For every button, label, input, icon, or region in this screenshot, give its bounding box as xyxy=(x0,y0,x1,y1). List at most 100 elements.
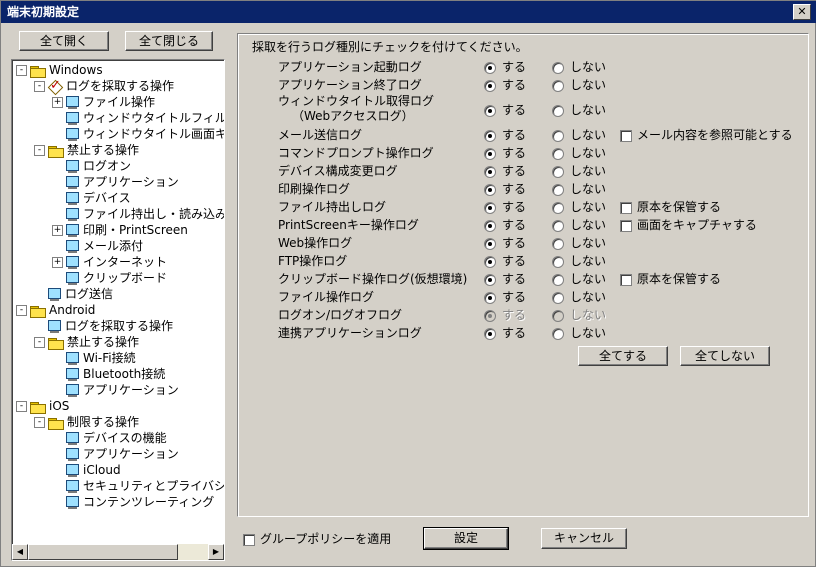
radio-icon[interactable] xyxy=(484,61,496,74)
radio-icon[interactable] xyxy=(484,237,496,250)
radio-icon[interactable] xyxy=(484,327,496,340)
expand-all-button[interactable]: 全て開く xyxy=(19,31,109,51)
radio-yes[interactable]: する xyxy=(484,288,526,306)
tree-item[interactable]: ログオン xyxy=(66,158,131,174)
deselect-all-button[interactable]: 全てしない xyxy=(680,346,770,366)
radio-icon[interactable] xyxy=(552,129,564,142)
radio-no[interactable]: しない xyxy=(552,162,606,180)
radio-icon[interactable] xyxy=(552,291,564,304)
option-checkbox[interactable]: 画面をキャプチャする xyxy=(620,216,757,234)
radio-icon[interactable] xyxy=(552,237,564,250)
radio-icon[interactable] xyxy=(552,201,564,214)
radio-no[interactable]: しない xyxy=(552,101,606,119)
radio-icon[interactable] xyxy=(552,61,564,74)
collapse-icon[interactable]: - xyxy=(34,81,45,92)
category-tree[interactable]: ◀ ▶ -Windows-ログを採取する操作+ファイル操作ウィンドウタイトルフィ… xyxy=(11,59,225,561)
tree-item[interactable]: Android xyxy=(30,302,95,318)
checkbox-icon[interactable] xyxy=(620,201,632,214)
tree-item[interactable]: 禁止する操作 xyxy=(48,142,139,158)
tree-item[interactable]: 制限する操作 xyxy=(48,414,139,430)
checkbox-icon[interactable] xyxy=(620,219,632,232)
tree-item[interactable]: ファイル操作 xyxy=(66,94,155,110)
radio-icon[interactable] xyxy=(552,273,564,286)
tree-item[interactable]: メール添付 xyxy=(66,238,143,254)
tree-item[interactable]: iCloud xyxy=(66,462,121,478)
tree-item[interactable]: デバイスの機能 xyxy=(66,430,167,446)
radio-icon[interactable] xyxy=(484,291,496,304)
checkbox-icon[interactable] xyxy=(620,273,632,286)
tree-item[interactable]: クリップボード xyxy=(66,270,167,286)
collapse-all-button[interactable]: 全て閉じる xyxy=(125,31,213,51)
tree-item[interactable]: 印刷・PrintScreen xyxy=(66,222,188,238)
radio-icon[interactable] xyxy=(484,79,496,92)
option-checkbox[interactable]: メール内容を参照可能とする xyxy=(620,126,793,144)
close-icon[interactable]: ✕ xyxy=(793,4,811,20)
tree-item[interactable]: ファイル持出し・読み込み xyxy=(66,206,224,222)
option-checkbox[interactable]: 原本を保管する xyxy=(620,270,721,288)
radio-no[interactable]: しない xyxy=(552,270,606,288)
radio-icon[interactable] xyxy=(552,183,564,196)
tree-item[interactable]: セキュリティとプライバシー xyxy=(66,478,224,494)
radio-no[interactable]: しない xyxy=(552,288,606,306)
radio-icon[interactable] xyxy=(484,104,496,117)
tree-item[interactable]: ログ送信 xyxy=(48,286,113,302)
tree-item[interactable]: Windows xyxy=(30,62,103,78)
radio-icon[interactable] xyxy=(484,255,496,268)
radio-yes[interactable]: する xyxy=(484,144,526,162)
radio-no[interactable]: しない xyxy=(552,58,606,76)
collapse-icon[interactable]: - xyxy=(16,305,27,316)
radio-yes[interactable]: する xyxy=(484,126,526,144)
option-checkbox[interactable]: 原本を保管する xyxy=(620,198,721,216)
tree-item[interactable]: ログを採取する操作 xyxy=(48,318,173,334)
radio-no[interactable]: しない xyxy=(552,252,606,270)
radio-icon[interactable] xyxy=(552,165,564,178)
radio-yes[interactable]: する xyxy=(484,198,526,216)
radio-icon[interactable] xyxy=(552,147,564,160)
radio-icon[interactable] xyxy=(484,129,496,142)
radio-icon[interactable] xyxy=(552,219,564,232)
radio-no[interactable]: しない xyxy=(552,76,606,94)
radio-yes[interactable]: する xyxy=(484,58,526,76)
radio-icon[interactable] xyxy=(484,165,496,178)
scroll-right-icon[interactable]: ▶ xyxy=(208,544,224,560)
scroll-left-icon[interactable]: ◀ xyxy=(12,544,28,560)
radio-icon[interactable] xyxy=(484,273,496,286)
expand-icon[interactable]: + xyxy=(52,257,63,268)
checkbox-icon[interactable] xyxy=(620,129,632,142)
radio-no[interactable]: しない xyxy=(552,234,606,252)
collapse-icon[interactable]: - xyxy=(34,337,45,348)
tree-item[interactable]: アプリケーション xyxy=(66,446,179,462)
radio-yes[interactable]: する xyxy=(484,101,526,119)
tree-item[interactable]: Wi-Fi接続 xyxy=(66,350,136,366)
tree-item[interactable]: コンテンツレーティング xyxy=(66,494,214,510)
tree-item[interactable]: ログを採取する操作 xyxy=(48,78,175,94)
select-all-button[interactable]: 全てする xyxy=(578,346,668,366)
radio-icon[interactable] xyxy=(552,79,564,92)
radio-icon[interactable] xyxy=(484,201,496,214)
radio-yes[interactable]: する xyxy=(484,216,526,234)
radio-yes[interactable]: する xyxy=(484,234,526,252)
tree-item[interactable]: アプリケーション xyxy=(66,382,179,398)
radio-yes[interactable]: する xyxy=(484,270,526,288)
radio-no[interactable]: しない xyxy=(552,324,606,342)
radio-icon[interactable] xyxy=(484,147,496,160)
radio-yes[interactable]: する xyxy=(484,324,526,342)
tree-item[interactable]: アプリケーション xyxy=(66,174,179,190)
collapse-icon[interactable]: - xyxy=(34,145,45,156)
scroll-thumb[interactable] xyxy=(28,544,178,560)
radio-icon[interactable] xyxy=(484,183,496,196)
tree-item[interactable]: インターネット xyxy=(66,254,167,270)
apply-button[interactable]: 設定 xyxy=(423,527,509,550)
collapse-icon[interactable]: - xyxy=(34,417,45,428)
expand-icon[interactable]: + xyxy=(52,225,63,236)
horizontal-scrollbar[interactable]: ◀ ▶ xyxy=(12,544,224,560)
tree-item[interactable]: Bluetooth接続 xyxy=(66,366,165,382)
radio-no[interactable]: しない xyxy=(552,144,606,162)
tree-item[interactable]: ウィンドウタイトル画面キャ xyxy=(66,126,224,142)
radio-icon[interactable] xyxy=(484,219,496,232)
radio-no[interactable]: しない xyxy=(552,216,606,234)
checkbox-icon[interactable] xyxy=(243,533,255,546)
radio-no[interactable]: しない xyxy=(552,198,606,216)
radio-no[interactable]: しない xyxy=(552,180,606,198)
collapse-icon[interactable]: - xyxy=(16,65,27,76)
